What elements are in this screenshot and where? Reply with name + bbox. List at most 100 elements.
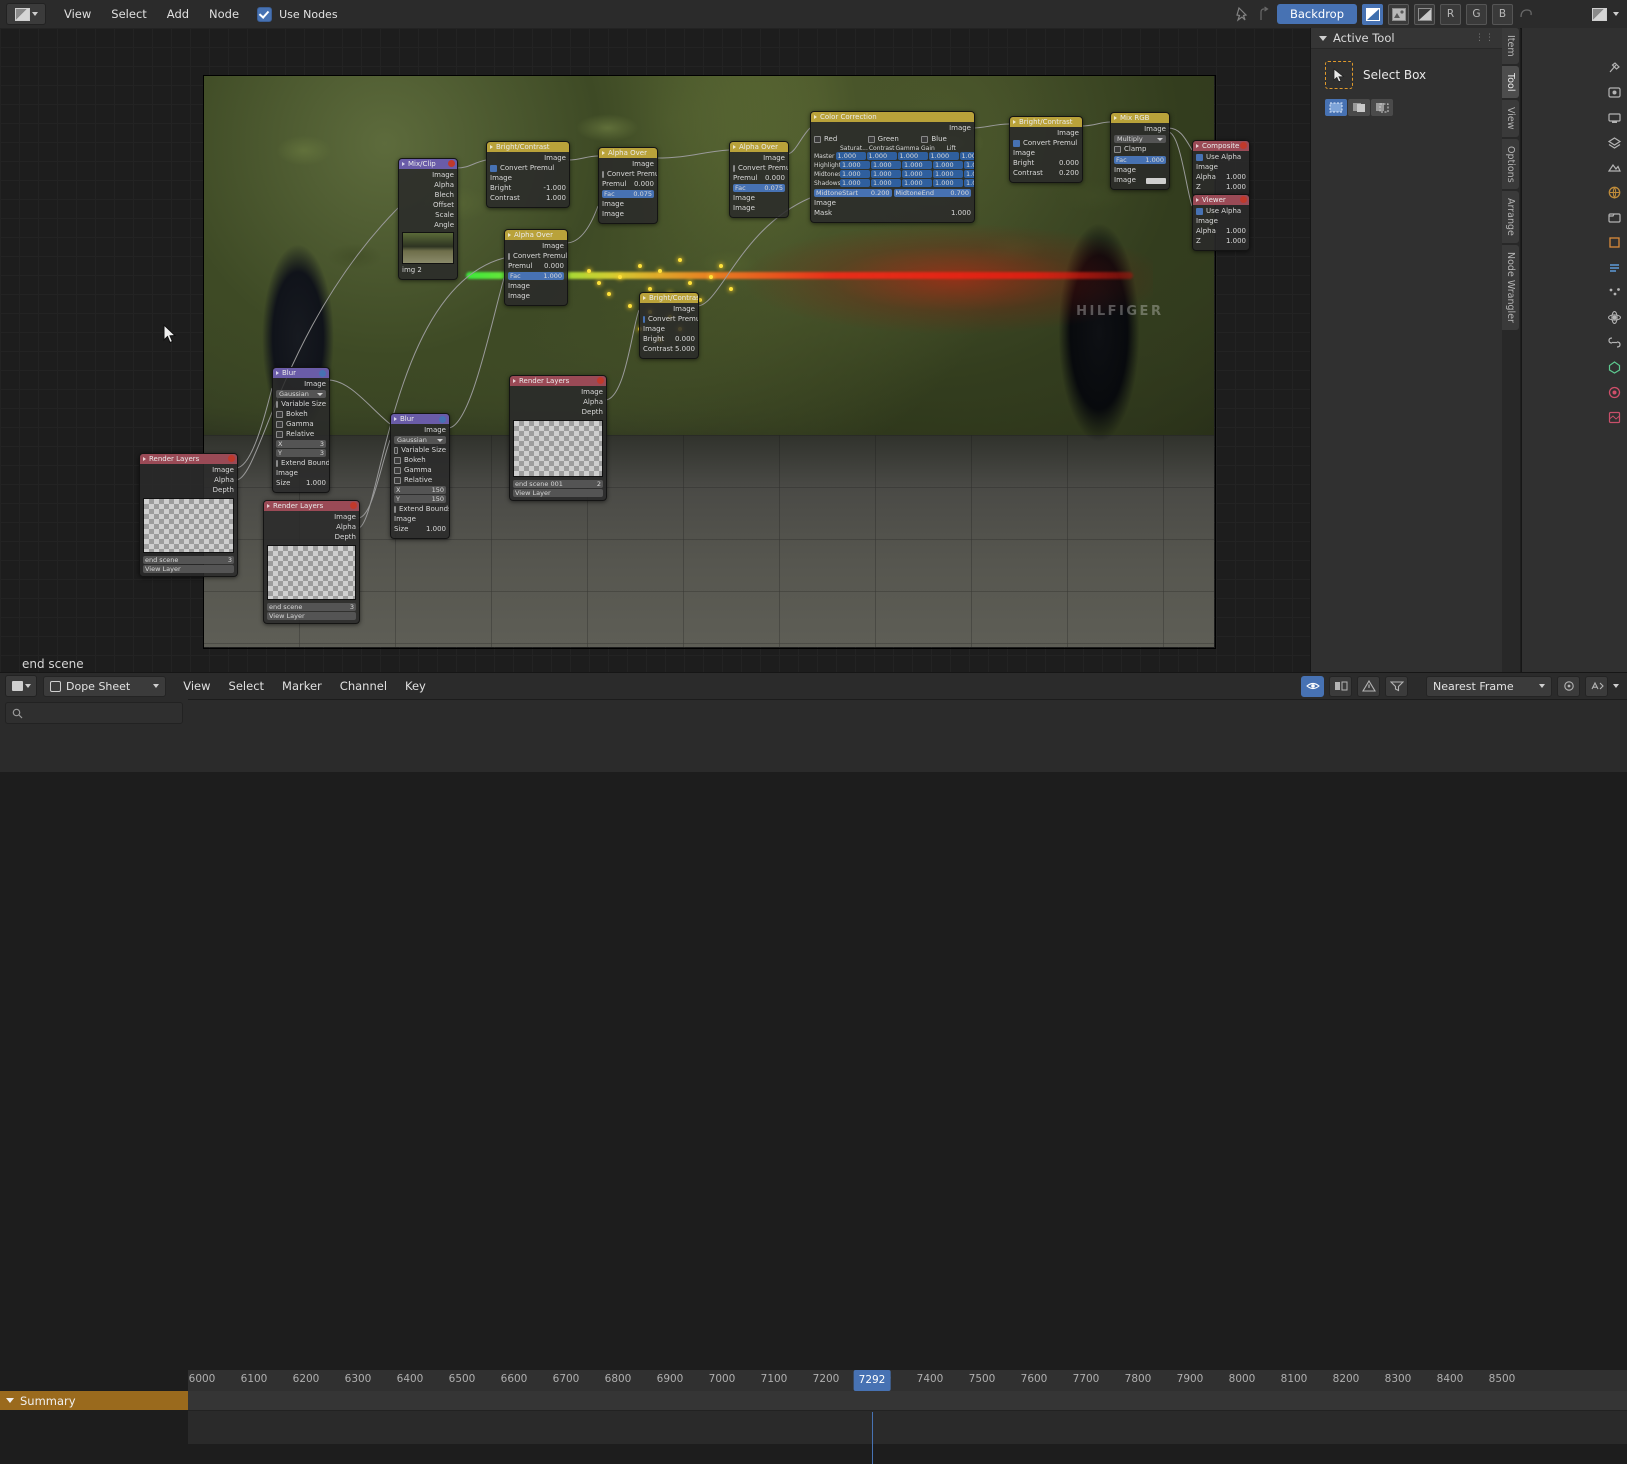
cell-value[interactable]: 1.000: [835, 152, 866, 160]
checkbox-icon[interactable]: [643, 316, 645, 323]
node-input-image[interactable]: Image: [643, 325, 695, 334]
node-input-image-2[interactable]: Image: [508, 292, 564, 301]
cell-value[interactable]: 1.000: [959, 152, 974, 160]
node-input-mask[interactable]: Mask 1.000: [814, 209, 971, 218]
checkbox-icon[interactable]: [276, 460, 278, 467]
node-header[interactable]: Color Correction: [811, 112, 974, 122]
collection-properties-icon[interactable]: [1605, 208, 1623, 226]
checkbox-icon[interactable]: [508, 253, 510, 260]
dope-menu-select[interactable]: Select: [220, 676, 273, 696]
node-input-z[interactable]: Z 1.000: [1196, 237, 1246, 246]
cell-value[interactable]: 1.000: [928, 152, 959, 160]
field-contrast[interactable]: Contrast 1.000: [490, 194, 566, 203]
use-alpha-checkbox[interactable]: Use Alpha: [1196, 207, 1246, 216]
sidebar-tab-tool[interactable]: Tool: [1502, 65, 1519, 99]
field-premul[interactable]: Premul 0.000: [733, 174, 785, 183]
playhead-frame-indicator[interactable]: 7292: [853, 1370, 891, 1391]
field-fac[interactable]: Fac 1.000: [1114, 156, 1166, 164]
alpha-icon[interactable]: [1414, 3, 1435, 25]
collapse-icon[interactable]: [1196, 198, 1199, 202]
view-layer-selector[interactable]: View Layer: [513, 489, 603, 497]
field-fac[interactable]: Fac 1.000: [508, 272, 564, 280]
bokeh-checkbox[interactable]: Bokeh: [394, 456, 446, 465]
field-value[interactable]: 1.000: [306, 479, 326, 488]
use-alpha-checkbox[interactable]: Use Alpha: [1196, 153, 1246, 162]
clamp-checkbox[interactable]: Clamp: [1114, 145, 1166, 154]
field-contrast[interactable]: Contrast 5.000: [643, 345, 695, 354]
field-bright[interactable]: Bright 0.000: [1013, 159, 1079, 168]
active-tool-panel-header[interactable]: Active Tool ⋮⋮: [1311, 28, 1503, 49]
select-extend-icon[interactable]: [1348, 99, 1370, 116]
convert-premul-checkbox[interactable]: Convert Premul: [643, 315, 698, 324]
node-output-image[interactable]: Image: [394, 426, 446, 435]
channel-blue[interactable]: Blue: [921, 135, 971, 143]
collapse-icon[interactable]: [643, 296, 646, 300]
sidebar-tab-item[interactable]: Item: [1502, 28, 1519, 64]
node-header[interactable]: Blur: [273, 368, 329, 378]
field-value[interactable]: 1.000: [426, 525, 446, 534]
field-scale[interactable]: Scale: [402, 211, 454, 220]
filter-type-dropdown[interactable]: Gaussian: [276, 390, 326, 398]
node-output-alpha[interactable]: Alpha: [513, 398, 603, 407]
select-subtract-icon[interactable]: [1371, 99, 1393, 116]
field-midtone-end[interactable]: MidtoneEnd 0.700: [893, 189, 971, 197]
node-output-image[interactable]: Image: [402, 171, 454, 180]
chevron-down-icon[interactable]: [6, 1398, 14, 1403]
field-size[interactable]: Size 1.000: [276, 479, 326, 488]
view-layer-selector[interactable]: View Layer: [267, 612, 356, 620]
node-input-image[interactable]: Image: [276, 469, 326, 478]
field-value[interactable]: 0.000: [765, 174, 785, 183]
menu-add[interactable]: Add: [157, 4, 199, 24]
snap-mode-selector[interactable]: Nearest Frame: [1426, 675, 1552, 697]
node-output-image[interactable]: Image: [1013, 129, 1079, 138]
color-swatch[interactable]: [1146, 177, 1166, 184]
node-header[interactable]: Alpha Over: [599, 148, 657, 158]
node-header[interactable]: Render Layers: [264, 501, 359, 511]
field-angle[interactable]: Angle: [402, 221, 454, 230]
node-input-image-2[interactable]: Image: [733, 204, 785, 213]
checkbox-icon[interactable]: [1013, 140, 1020, 147]
node-preview-toggle[interactable]: [350, 502, 357, 509]
node-input-image[interactable]: Image: [1196, 217, 1246, 226]
checkbox-icon[interactable]: [276, 431, 283, 438]
dope-menu-marker[interactable]: Marker: [273, 676, 331, 696]
node-render-layers-3[interactable]: Render Layers Image Alpha Depth end scen…: [509, 375, 607, 501]
scene-properties-icon[interactable]: [1605, 158, 1623, 176]
collapse-icon[interactable]: [1196, 144, 1199, 148]
view-layer-selector[interactable]: View Layer: [143, 565, 234, 573]
view-layer-properties-icon[interactable]: [1605, 133, 1623, 151]
node-input-image[interactable]: Image: [1196, 163, 1246, 172]
cell-value[interactable]: 1.000: [964, 170, 974, 178]
menu-view[interactable]: View: [54, 4, 101, 24]
color-alpha-icon[interactable]: [1362, 3, 1383, 25]
cell-value[interactable]: 1.000: [840, 161, 870, 169]
node-output-image[interactable]: Image: [814, 124, 971, 133]
node-bright-contrast-3[interactable]: Bright/Contrast Image Convert Premul Ima…: [639, 292, 699, 359]
node-output-image[interactable]: Image: [490, 154, 566, 163]
cell-value[interactable]: 1.000: [933, 179, 963, 187]
show-hidden-icon[interactable]: [1329, 675, 1352, 697]
node-input-alpha[interactable]: Alpha 1.000: [1196, 227, 1246, 236]
node-editor-canvas[interactable]: HILFIGER Mix/Clip Image Alpha Blech Offs…: [0, 28, 1310, 672]
dope-sheet-editor-icon[interactable]: [5, 675, 37, 697]
cell-value[interactable]: 1.000: [964, 179, 974, 187]
node-output-image[interactable]: Image: [602, 160, 654, 169]
cell-value[interactable]: 1.000: [902, 170, 932, 178]
checkbox-icon[interactable]: [276, 401, 279, 408]
convert-premul-checkbox[interactable]: Convert Premul: [490, 164, 566, 173]
channel-summary-row[interactable]: Summary: [0, 1391, 194, 1410]
node-output-image[interactable]: Image: [1114, 125, 1166, 134]
input-value[interactable]: 1.000: [1226, 237, 1246, 246]
node-render-layers-2[interactable]: Render Layers Image Alpha Depth end scen…: [263, 500, 360, 624]
input-value[interactable]: 1.000: [1226, 173, 1246, 182]
pin-icon[interactable]: [1233, 6, 1250, 23]
node-output-depth[interactable]: Depth: [513, 408, 603, 417]
collapse-icon[interactable]: [490, 145, 493, 149]
node-header[interactable]: Mix/Clip: [399, 159, 457, 169]
field-fac[interactable]: Fac 0.075: [733, 184, 785, 192]
node-input-image[interactable]: Image: [1013, 149, 1079, 158]
node-header[interactable]: Composite: [1193, 141, 1249, 151]
use-nodes-checkbox[interactable]: [257, 6, 273, 22]
node-input-image-1[interactable]: Image: [508, 282, 564, 291]
input-value[interactable]: 1.000: [1226, 183, 1246, 192]
